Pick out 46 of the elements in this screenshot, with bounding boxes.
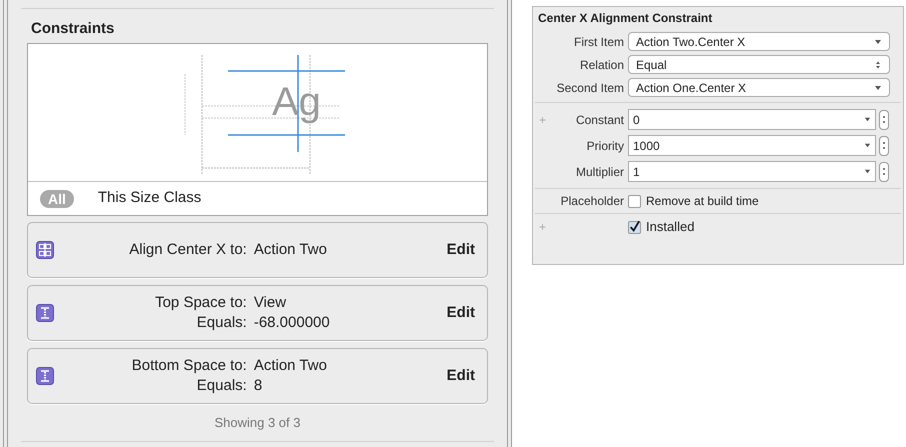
combo-field[interactable]: 1000 — [628, 135, 876, 156]
stepper[interactable] — [879, 136, 889, 156]
checkbox-label: Installed — [646, 218, 694, 236]
constraint-value: Action Two — [254, 356, 328, 376]
popup-button[interactable]: Action One.Center X — [628, 78, 890, 97]
field-label: Priority — [586, 138, 625, 154]
checkbox-label: Remove at build time — [646, 193, 759, 210]
constraint-value: Action Two — [254, 240, 328, 260]
field-label: Relation — [578, 56, 625, 74]
dropdown-arrow-icon — [874, 84, 882, 92]
edit-button[interactable]: Edit — [446, 364, 475, 388]
size-class-label: This Size Class — [98, 188, 202, 208]
constraint-label: Align Center X to: — [128, 240, 247, 260]
vertical-spacing-icon — [36, 367, 54, 385]
constraint-label: Bottom Space to: — [130, 356, 247, 376]
constraint-label: Equals: — [196, 313, 247, 333]
count-label: Showing 3 of 3 — [213, 414, 302, 432]
edit-button[interactable]: Edit — [446, 238, 475, 262]
field-label: Multiplier — [574, 164, 625, 180]
popup-button[interactable]: Equal — [628, 55, 890, 74]
stepper[interactable] — [879, 110, 889, 130]
stepper[interactable] — [879, 162, 889, 182]
popup-button[interactable]: Action Two.Center X — [628, 32, 890, 51]
field-label: Placeholder — [560, 193, 625, 210]
dropdown-arrow-icon — [874, 38, 882, 46]
field-label: Constant — [574, 112, 625, 128]
field-label: Second Item — [556, 80, 625, 96]
constraint-label: Equals: — [196, 376, 247, 396]
section-title: Constraints — [31, 20, 116, 38]
dropdown-arrow-icon — [864, 168, 871, 175]
updown-arrows-icon — [874, 60, 882, 68]
vertical-spacing-icon — [36, 304, 54, 322]
constraint-value: -68.000000 — [254, 313, 331, 333]
constraint-value: View — [254, 293, 288, 313]
field-label: First Item — [573, 34, 625, 50]
align-center-icon — [36, 241, 54, 259]
checkbox[interactable] — [628, 194, 641, 208]
dropdown-arrow-icon — [864, 116, 871, 123]
combo-field[interactable]: 1 — [628, 161, 876, 182]
constraint-label: Top Space to: — [154, 293, 247, 313]
inspector-title: Center X Alignment Constraint — [538, 11, 714, 26]
combo-field[interactable]: 0 — [628, 109, 876, 130]
checkbox[interactable] — [628, 220, 641, 234]
constraint-value: 8 — [254, 376, 264, 396]
edit-button[interactable]: Edit — [446, 302, 475, 324]
dropdown-arrow-icon — [864, 142, 871, 149]
